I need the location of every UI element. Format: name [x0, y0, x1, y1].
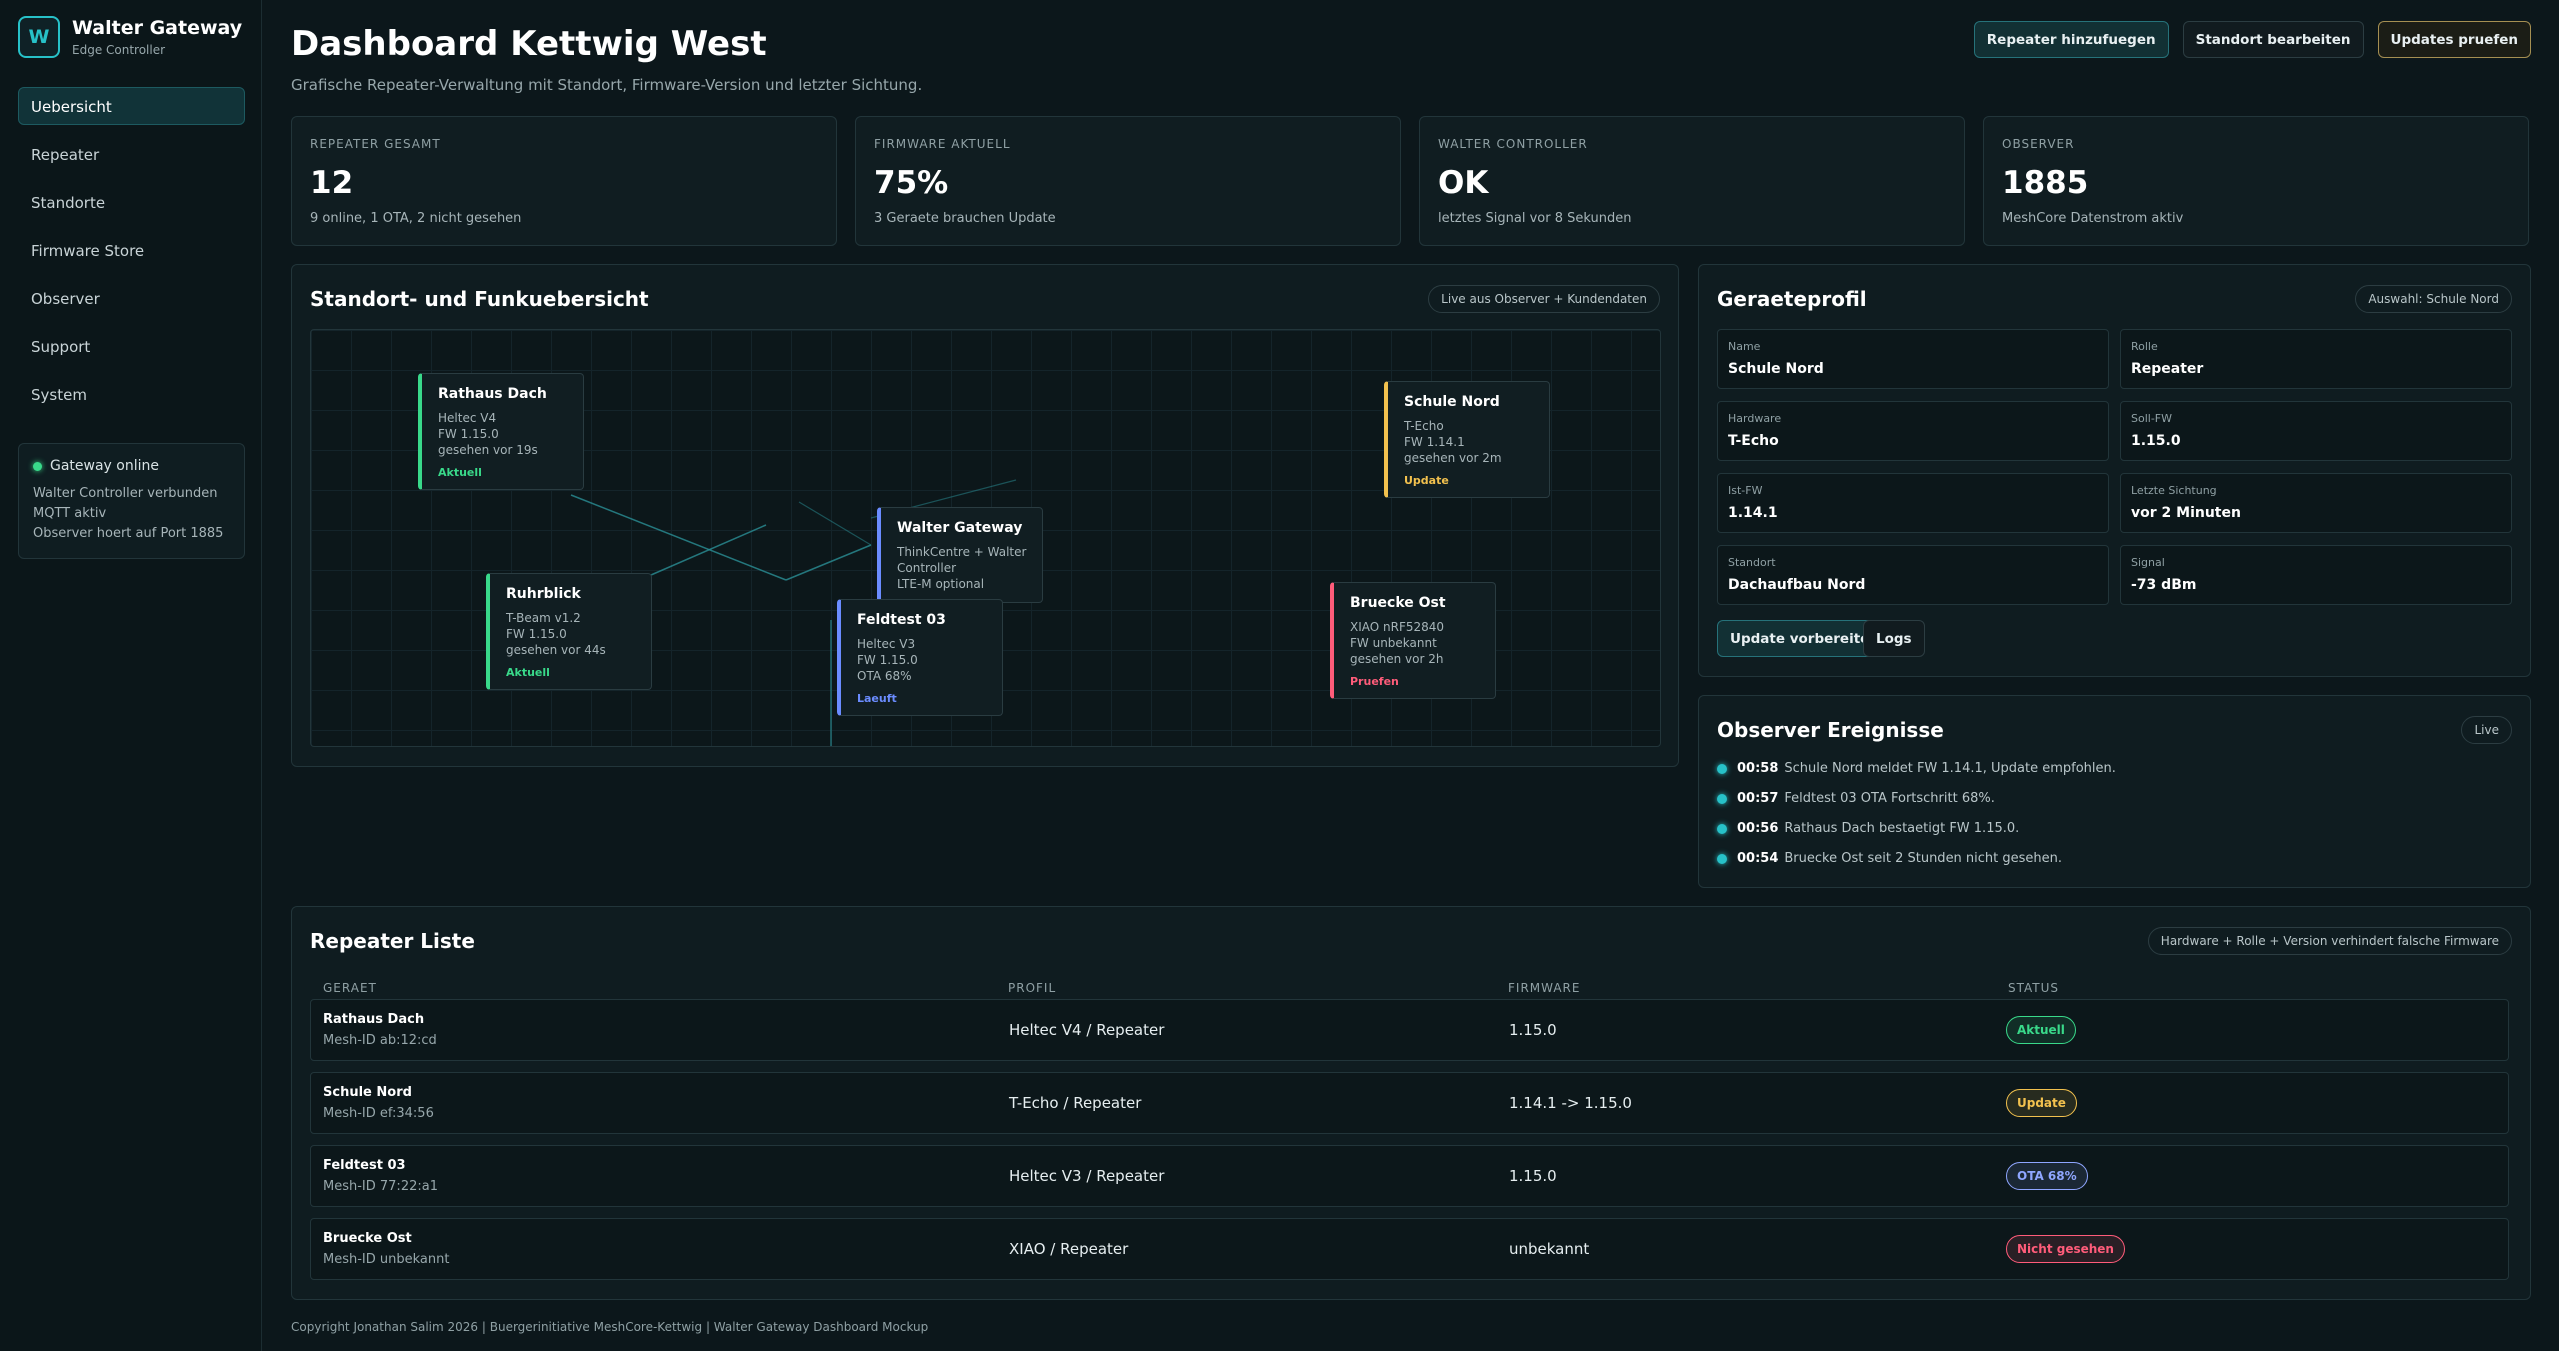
brand-logo: W: [18, 16, 60, 58]
node-status: Aktuell: [506, 666, 550, 679]
stat-card-observer: OBSERVER 1885 MeshCore Datenstrom aktiv: [1983, 116, 2529, 246]
stat-value: OK: [1438, 165, 1489, 201]
sidebar-item-observer[interactable]: Observer: [18, 279, 245, 317]
status-line: Walter Controller verbunden: [33, 486, 218, 501]
event-dot-icon: [1717, 763, 1727, 774]
table-row[interactable]: Schule Nord Mesh-ID ef:34:56 T-Echo / Re…: [310, 1072, 2509, 1134]
map-node-feldtest-03[interactable]: Feldtest 03 Heltec V3 FW 1.15.0 OTA 68% …: [837, 599, 1003, 716]
event-item: 00:58 Schule Nord meldet FW 1.14.1, Upda…: [1717, 761, 2116, 776]
stat-label: OBSERVER: [2002, 137, 2075, 151]
online-dot-icon: [33, 461, 42, 471]
stat-label: FIRMWARE AKTUELL: [874, 137, 1011, 151]
footer: Copyright Jonathan Salim 2026 | Buergeri…: [291, 1320, 929, 1334]
sidebar-item-firmware-store[interactable]: Firmware Store: [18, 231, 245, 269]
stat-value: 12: [310, 165, 354, 201]
field-name: Name Schule Nord: [1717, 329, 2109, 389]
field-current-fw: Ist-FW 1.14.1: [1717, 473, 2109, 533]
page-subtitle: Grafische Repeater-Verwaltung mit Stando…: [291, 76, 923, 94]
node-status: Aktuell: [438, 466, 482, 479]
sidebar: W Walter Gateway Edge Controller Uebersi…: [0, 0, 262, 1351]
status-badge: Nicht gesehen: [2006, 1235, 2125, 1263]
event-dot-icon: [1717, 793, 1727, 804]
logs-button[interactable]: Logs: [1863, 620, 1925, 657]
map-node-ruhrblick[interactable]: Ruhrblick T-Beam v1.2 FW 1.15.0 gesehen …: [486, 573, 652, 690]
event-dot-icon: [1717, 823, 1727, 834]
sidebar-item-repeater[interactable]: Repeater: [18, 135, 245, 173]
table-title: Repeater Liste: [310, 929, 475, 953]
event-item: 00:56 Rathaus Dach bestaetigt FW 1.15.0.: [1717, 821, 2019, 836]
profile-selection-pill[interactable]: Auswahl: Schule Nord: [2355, 285, 2512, 313]
field-target-fw: Soll-FW 1.15.0: [2120, 401, 2512, 461]
event-item: 00:54 Bruecke Ost seit 2 Stunden nicht g…: [1717, 851, 2062, 866]
page-title: Dashboard Kettwig West: [291, 24, 767, 64]
table-row[interactable]: Rathaus Dach Mesh-ID ab:12:cd Heltec V4 …: [310, 999, 2509, 1061]
stat-label: REPEATER GESAMT: [310, 137, 441, 151]
repeater-list-panel: Repeater Liste Hardware + Rolle + Versio…: [291, 906, 2531, 1300]
sidebar-item-support[interactable]: Support: [18, 327, 245, 365]
map-node-rathaus-dach[interactable]: Rathaus Dach Heltec V4 FW 1.15.0 gesehen…: [418, 373, 584, 490]
sidebar-item-uebersicht[interactable]: Uebersicht: [18, 87, 245, 125]
map-node-walter-gateway[interactable]: Walter Gateway ThinkCentre + Walter Cont…: [877, 507, 1043, 603]
radio-map[interactable]: Rathaus Dach Heltec V4 FW 1.15.0 gesehen…: [310, 329, 1661, 747]
sidebar-item-system[interactable]: System: [18, 375, 245, 413]
events-live-pill[interactable]: Live: [2461, 716, 2512, 744]
sidebar-item-standorte[interactable]: Standorte: [18, 183, 245, 221]
brand[interactable]: W Walter Gateway Edge Controller: [18, 16, 242, 58]
observer-events-panel: Observer Ereignisse Live 00:58 Schule No…: [1698, 695, 2531, 888]
stats-row: REPEATER GESAMT 12 9 online, 1 OTA, 2 ni…: [291, 116, 2531, 246]
edit-location-button[interactable]: Standort bearbeiten: [2182, 21, 2364, 58]
sidebar-nav: Uebersicht Repeater Standorte Firmware S…: [18, 87, 245, 423]
map-node-bruecke-ost[interactable]: Bruecke Ost XIAO nRF52840 FW unbekannt g…: [1330, 582, 1496, 699]
gateway-status-title: Gateway online: [50, 458, 159, 474]
status-line: Observer hoert auf Port 1885: [33, 526, 224, 541]
map-live-pill[interactable]: Live aus Observer + Kundendaten: [1428, 285, 1660, 313]
stat-note: 9 online, 1 OTA, 2 nicht gesehen: [310, 211, 522, 226]
table-info-pill: Hardware + Rolle + Version verhindert fa…: [2147, 927, 2512, 955]
table-row[interactable]: Bruecke Ost Mesh-ID unbekannt XIAO / Rep…: [310, 1218, 2509, 1280]
map-panel: Standort- und Funkuebersicht Live aus Ob…: [291, 264, 1679, 767]
stat-note: letztes Signal vor 8 Sekunden: [1438, 211, 1632, 226]
stat-card-firmware: FIRMWARE AKTUELL 75% 3 Geraete brauchen …: [855, 116, 1401, 246]
add-repeater-button[interactable]: Repeater hinzufuegen: [1973, 21, 2169, 58]
field-hardware: Hardware T-Echo: [1717, 401, 2109, 461]
field-last-seen: Letzte Sichtung vor 2 Minuten: [2120, 473, 2512, 533]
top-actions: Repeater hinzufuegen Standort bearbeiten…: [1973, 21, 2531, 58]
stat-card-repeater: REPEATER GESAMT 12 9 online, 1 OTA, 2 ni…: [291, 116, 837, 246]
node-status: Laeuft: [857, 692, 897, 705]
brand-subtitle: Edge Controller: [72, 43, 166, 57]
col-header-firmware[interactable]: FIRMWARE: [1508, 981, 1580, 995]
brand-title: Walter Gateway: [72, 17, 243, 39]
field-role: Rolle Repeater: [2120, 329, 2512, 389]
node-status: Update: [1404, 474, 1449, 487]
stat-value: 75%: [874, 165, 949, 201]
map-node-schule-nord[interactable]: Schule Nord T-Echo FW 1.14.1 gesehen vor…: [1384, 381, 1550, 498]
event-dot-icon: [1717, 853, 1727, 864]
col-header-status[interactable]: STATUS: [2008, 981, 2059, 995]
node-status: Pruefen: [1350, 675, 1399, 688]
gateway-status-box: Gateway online Walter Controller verbund…: [18, 443, 245, 559]
field-location: Standort Dachaufbau Nord: [1717, 545, 2109, 605]
stat-label: WALTER CONTROLLER: [1438, 137, 1588, 151]
table-row[interactable]: Feldtest 03 Mesh-ID 77:22:a1 Heltec V3 /…: [310, 1145, 2509, 1207]
events-title: Observer Ereignisse: [1717, 718, 1944, 742]
status-badge: OTA 68%: [2006, 1162, 2088, 1190]
stat-note: 3 Geraete brauchen Update: [874, 211, 1056, 226]
col-header-profile[interactable]: PROFIL: [1008, 981, 1056, 995]
profile-title: Geraeteprofil: [1717, 287, 1867, 311]
stat-note: MeshCore Datenstrom aktiv: [2002, 211, 2184, 226]
event-item: 00:57 Feldtest 03 OTA Fortschritt 68%.: [1717, 791, 1995, 806]
stat-card-controller: WALTER CONTROLLER OK letztes Signal vor …: [1419, 116, 1965, 246]
col-header-device[interactable]: GERAET: [323, 981, 377, 995]
status-line: MQTT aktiv: [33, 506, 107, 521]
status-badge: Aktuell: [2006, 1016, 2076, 1044]
map-panel-title: Standort- und Funkuebersicht: [310, 287, 649, 311]
stat-value: 1885: [2002, 165, 2089, 201]
device-profile-panel: Geraeteprofil Auswahl: Schule Nord Name …: [1698, 264, 2531, 677]
check-updates-button[interactable]: Updates pruefen: [2377, 21, 2531, 58]
status-badge: Update: [2006, 1089, 2077, 1117]
field-signal: Signal -73 dBm: [2120, 545, 2512, 605]
